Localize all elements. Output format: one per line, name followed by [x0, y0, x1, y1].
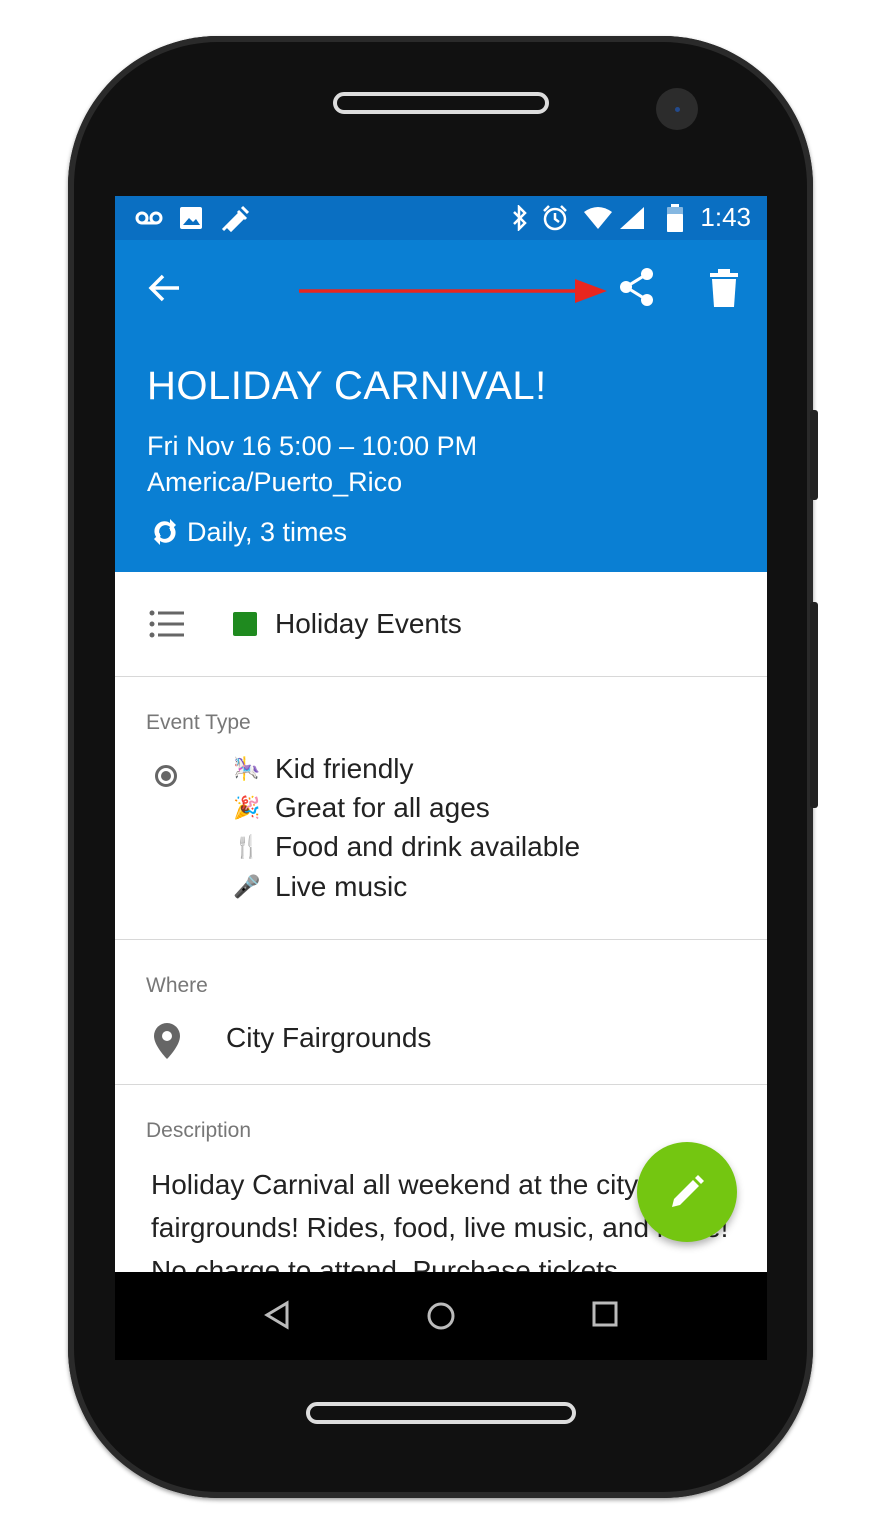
calendar-name: Holiday Events [275, 608, 462, 639]
event-datetime: Fri Nov 16 5:00 – 10:00 PM [147, 431, 478, 461]
share-icon [620, 268, 653, 306]
recurrence-text: Daily, 3 times [187, 516, 348, 547]
syringe-icon [219, 204, 249, 232]
event-type-radio[interactable] [155, 765, 177, 787]
event-header: HOLIDAY CARNIVAL! Fri Nov 16 5:00 – 10:0… [115, 240, 767, 572]
system-nav-bar [115, 1272, 767, 1360]
power-button [810, 602, 818, 808]
where-label: Where [146, 974, 208, 997]
app-screen: 1:43 HOLIDAY CARNIVAL! Fri Nov 16 5:00 –… [115, 196, 767, 1360]
carousel-icon: 🎠 [233, 756, 261, 781]
status-time: 1:43 [700, 202, 751, 232]
bluetooth-icon [511, 204, 529, 232]
event-type-text: Food and drink available [275, 831, 581, 862]
nav-home-icon [427, 1302, 455, 1330]
event-type-section: Event Type 🎠 Kid friendly 🎉 Great for al… [115, 677, 767, 940]
share-button[interactable] [617, 266, 657, 308]
location-name: City Fairgrounds [226, 1022, 432, 1053]
calendar-row[interactable]: Holiday Events [115, 572, 767, 677]
volume-button [810, 410, 818, 500]
microphone-icon: 🎤 [233, 874, 261, 899]
event-type-item: 🎉 Great for all ages [233, 792, 490, 824]
trash-icon [710, 269, 738, 307]
event-type-text: Kid friendly [275, 753, 414, 784]
wifi-icon [583, 204, 613, 232]
back-arrow-icon [148, 274, 179, 302]
description-label: Description [146, 1119, 252, 1142]
event-title: HOLIDAY CARNIVAL! [147, 364, 547, 408]
location-pin-icon [154, 1023, 180, 1059]
nav-back-icon [264, 1300, 289, 1330]
calendar-color-swatch [233, 612, 257, 636]
event-recurrence: Daily, 3 times [151, 516, 347, 548]
alarm-icon [541, 204, 569, 232]
nav-home-button[interactable] [425, 1300, 457, 1337]
nav-recents-icon [592, 1301, 618, 1327]
list-icon [149, 610, 184, 638]
status-bar: 1:43 [115, 196, 767, 240]
event-type-label: Event Type [146, 711, 251, 734]
event-type-item: 🎠 Kid friendly [233, 753, 414, 785]
repeat-icon [154, 519, 176, 545]
fork-knife-icon: 🍴 [233, 834, 261, 859]
image-icon [179, 204, 203, 232]
event-type-text: Live music [275, 871, 408, 902]
delete-button[interactable] [707, 268, 741, 308]
event-type-item: 🎤 Live music [233, 871, 407, 903]
back-button[interactable] [147, 270, 183, 306]
location-section[interactable]: Where City Fairgrounds [115, 940, 767, 1085]
event-type-item: 🍴 Food and drink available [233, 831, 580, 863]
event-type-text: Great for all ages [275, 792, 490, 823]
edit-fab[interactable] [637, 1142, 737, 1242]
pencil-icon [672, 1175, 704, 1207]
signal-icon [619, 204, 645, 232]
event-timezone: America/Puerto_Rico [147, 467, 403, 497]
front-camera [656, 88, 698, 130]
annotation-arrow [299, 279, 607, 303]
event-datetime-block: Fri Nov 16 5:00 – 10:00 PM America/Puert… [147, 428, 477, 500]
voicemail-icon [135, 204, 163, 232]
nav-recents-button[interactable] [591, 1300, 619, 1333]
top-speaker [333, 92, 549, 114]
battery-icon [667, 204, 683, 232]
bottom-speaker [306, 1402, 576, 1424]
party-popper-icon: 🎉 [233, 795, 261, 820]
nav-back-button[interactable] [263, 1300, 291, 1335]
